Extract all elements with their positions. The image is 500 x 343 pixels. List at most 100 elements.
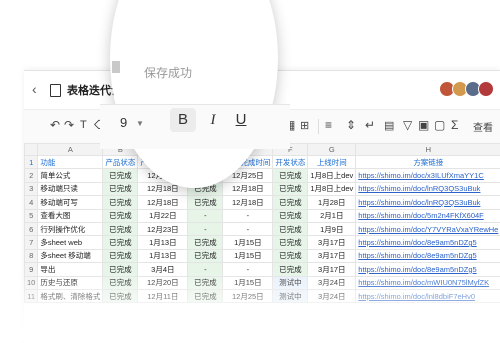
row-number[interactable]: 8 (25, 249, 38, 262)
table-cell[interactable]: 2月1日 (308, 209, 356, 222)
table-cell[interactable]: - (188, 209, 223, 222)
table-cell[interactable]: 已完成 (273, 209, 308, 222)
table-cell[interactable]: 已完成 (273, 222, 308, 235)
table-cell[interactable]: 1月9日 (308, 222, 356, 235)
table-cell[interactable]: 测试中 (273, 289, 308, 302)
table-cell[interactable]: 已完成 (273, 182, 308, 195)
row-number[interactable]: 7 (25, 236, 38, 249)
table-cell[interactable]: 3月24日 (308, 289, 356, 302)
row-number[interactable]: 4 (25, 196, 38, 209)
link-cell[interactable]: https://shimo.im/doc/lnRQ3QS3uBuk (356, 196, 500, 209)
wrap-icon[interactable]: ↵ (365, 118, 375, 132)
merge-cells-icon[interactable]: ⊞ (300, 119, 309, 132)
table-cell[interactable]: 3月17日 (308, 236, 356, 249)
table-cell[interactable]: 12月11日 (138, 289, 188, 302)
row-number[interactable]: 3 (25, 182, 38, 195)
sum-icon[interactable]: Σ (451, 118, 458, 132)
table-cell[interactable]: 导出 (38, 263, 103, 276)
table-cell[interactable]: - (223, 222, 273, 235)
table-cell[interactable]: 已完成 (103, 236, 138, 249)
table-cell[interactable]: 12月23日 (138, 222, 188, 235)
table-cell[interactable]: 已完成 (188, 289, 223, 302)
column-header[interactable]: A (38, 144, 103, 156)
align-icon[interactable]: ≡ (325, 118, 332, 132)
link-cell[interactable]: https://shimo.im/doc/mWIU0N75lMyfZK (356, 276, 500, 289)
table-cell[interactable]: 已完成 (103, 249, 138, 262)
freeze-icon[interactable]: ▣ (418, 118, 429, 132)
link-cell[interactable]: https://shimo.im/doc/Y7VYRaVxaYRewHe (356, 222, 500, 235)
table-cell[interactable]: 3月17日 (308, 263, 356, 276)
filter-icon[interactable]: ▽ (403, 118, 412, 132)
row-number[interactable]: 1 (25, 156, 38, 169)
table-cell[interactable]: 已完成 (103, 196, 138, 209)
row-number[interactable]: 11 (25, 289, 38, 302)
link-cell[interactable]: https://shimo.im/doc/8e9am5nDZg5 (356, 263, 500, 276)
table-cell[interactable]: 12月18日 (223, 196, 273, 209)
header-cell[interactable]: 开发状态 (273, 156, 308, 169)
table-cell[interactable]: 已完成 (103, 209, 138, 222)
table-cell[interactable]: 已完成 (273, 196, 308, 209)
table-cell[interactable]: 3月24日 (308, 276, 356, 289)
table-cell[interactable]: 多sheet web (38, 236, 103, 249)
number-format-icon[interactable]: ▤ (384, 119, 394, 132)
row-number[interactable]: 5 (25, 209, 38, 222)
table-cell[interactable]: 查看大图 (38, 209, 103, 222)
table-cell[interactable]: 移动端只读 (38, 182, 103, 195)
link-cell[interactable]: https://shimo.im/doc/8e9am5nDZg5 (356, 236, 500, 249)
link-cell[interactable]: https://shimo.im/doc/5m2n4FKfX604F (356, 209, 500, 222)
table-cell[interactable]: 已完成 (103, 222, 138, 235)
table-cell[interactable]: 1月28日 (308, 196, 356, 209)
table-cell[interactable]: 已完成 (188, 196, 223, 209)
table-cell[interactable]: 测试中 (273, 276, 308, 289)
table-cell[interactable]: 1月8日上dev (308, 182, 356, 195)
avatar[interactable] (478, 81, 494, 97)
table-cell[interactable]: 12月20日 (138, 276, 188, 289)
link-cell[interactable]: https://shimo.im/doc/lnl8dbiF7eHv0 (356, 289, 500, 302)
table-cell[interactable]: 已完成 (273, 249, 308, 262)
table-cell[interactable]: 1月15日 (223, 236, 273, 249)
undo-icon[interactable]: ↶ (50, 118, 60, 132)
table-cell[interactable]: - (223, 263, 273, 276)
table-cell[interactable]: 已完成 (273, 169, 308, 182)
table-cell[interactable]: 移动端可写 (38, 196, 103, 209)
link-cell[interactable]: https://shimo.im/doc/8e9am5nDZg5 (356, 249, 500, 262)
table-cell[interactable]: 历史与还原 (38, 276, 103, 289)
table-cell[interactable]: 已完成 (103, 276, 138, 289)
table-cell[interactable]: - (188, 263, 223, 276)
table-cell[interactable]: 1月8日上dev (308, 169, 356, 182)
table-cell[interactable]: 多sheet 移动端 (38, 249, 103, 262)
font-size-select[interactable]: 9 (120, 115, 127, 130)
table-cell[interactable]: 行列操作优化 (38, 222, 103, 235)
column-header[interactable]: G (308, 144, 356, 156)
table-cell[interactable]: 已完成 (188, 236, 223, 249)
view-menu[interactable]: 查看 (473, 119, 493, 134)
column-header[interactable]: H (356, 144, 500, 156)
header-cell[interactable]: 功能 (38, 156, 103, 169)
table-cell[interactable]: 已完成 (188, 276, 223, 289)
header-cell[interactable]: 方案链接 (356, 156, 500, 169)
table-cell[interactable]: 12月25日 (223, 289, 273, 302)
table-cell[interactable]: 1月15日 (223, 276, 273, 289)
format-painter-icon[interactable]: T (80, 119, 87, 131)
valign-icon[interactable]: ⇕ (346, 118, 356, 132)
corner-cell[interactable] (25, 144, 38, 156)
table-cell[interactable]: 1月13日 (138, 236, 188, 249)
table-cell[interactable]: 已完成 (273, 236, 308, 249)
table-cell[interactable]: 1月13日 (138, 249, 188, 262)
table-cell[interactable]: 1月15日 (223, 249, 273, 262)
table-cell[interactable]: 格式刷、清除格式 (38, 289, 103, 302)
italic-button[interactable]: I (200, 108, 226, 132)
header-cell[interactable]: 上线时间 (308, 156, 356, 169)
row-number[interactable]: 9 (25, 263, 38, 276)
link-cell[interactable]: https://shimo.im/doc/lnRQ3QS3uBuk (356, 182, 500, 195)
table-cell[interactable]: 已完成 (103, 289, 138, 302)
table-cell[interactable]: 3月17日 (308, 249, 356, 262)
row-number[interactable]: 2 (25, 169, 38, 182)
table-cell[interactable]: 已完成 (273, 263, 308, 276)
insert-image-icon[interactable]: ▢ (434, 118, 445, 132)
back-icon[interactable]: ‹ (32, 81, 37, 97)
chevron-down-icon[interactable]: ▼ (136, 119, 144, 128)
table-cell[interactable]: - (223, 209, 273, 222)
row-number[interactable]: 6 (25, 222, 38, 235)
table-cell[interactable]: 1月22日 (138, 209, 188, 222)
